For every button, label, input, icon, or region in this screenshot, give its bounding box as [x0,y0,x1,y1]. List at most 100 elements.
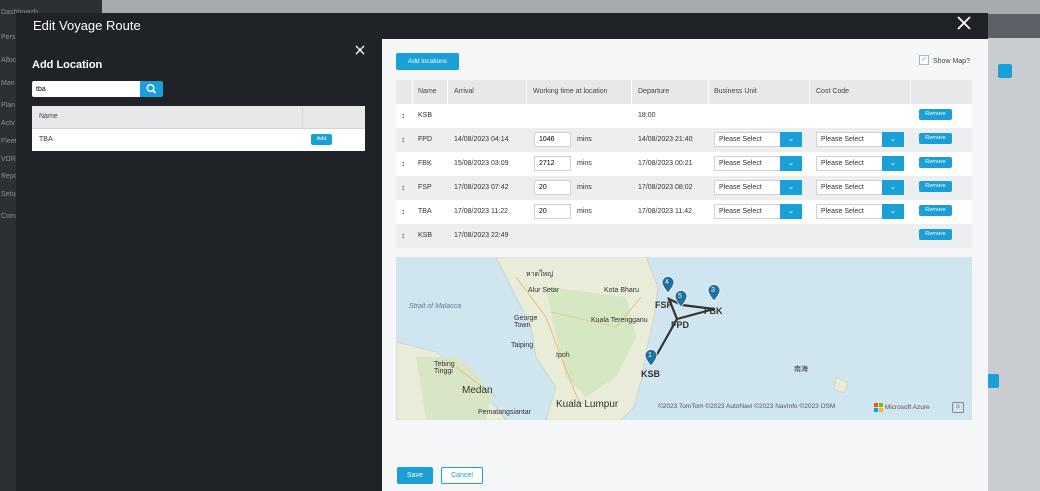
stop-departure: 14/08/2023 21:40 [638,136,693,143]
sidebar-item-alloc[interactable]: Alloc [1,57,16,64]
working-time-unit: mins [577,160,592,167]
business-unit-value: Please Select [719,160,762,167]
stop-name: FBK [418,160,432,167]
cost-code-select[interactable]: Please Select ⌄ [816,204,904,219]
marker-number: 5 [678,293,682,300]
table-header: Name [32,106,365,129]
column-divider [526,80,527,104]
business-unit-select[interactable]: Please Select ⌄ [714,156,802,171]
marker-label: FBK [704,306,723,316]
column-header-name: Name [418,88,437,95]
chevron-down-icon: ⌄ [780,180,802,195]
close-icon[interactable] [955,15,973,33]
background-menu-button[interactable] [998,64,1012,78]
remove-stop-button[interactable]: Remove [919,109,952,120]
business-unit-value: Please Select [719,208,762,215]
map-place-label: Kuala Lumpur [556,399,619,410]
show-map-toggle[interactable]: ✓ Show Map? [919,55,970,66]
cost-code-select[interactable]: Please Select ⌄ [816,156,904,171]
drag-handle-icon[interactable]: ↕ [401,135,405,144]
marker-label: KSB [641,369,661,379]
drag-handle-icon[interactable]: ↕ [401,207,405,216]
stop-arrival: 17/08/2023 11:22 [454,208,508,215]
add-location-title: Add Location [32,59,103,71]
drag-handle-icon[interactable]: ↕ [401,231,405,240]
add-location-button[interactable]: Add [311,134,332,145]
table-row: ↕ KSB 18:00 Remove [396,104,972,128]
sidebar-item-plan[interactable]: Plan [1,102,15,109]
business-unit-select[interactable]: Please Select ⌄ [714,132,802,147]
remove-stop-button[interactable]: Remove [919,181,952,192]
location-name: TBA [39,136,53,143]
location-search-input[interactable] [32,81,140,97]
marker-number: 4 [665,279,669,286]
column-divider [708,80,709,104]
info-icon[interactable]: ☺ [952,402,964,413]
sidebar-item-fleet[interactable]: Fleet [1,138,17,145]
map-marker-fbk[interactable]: 3 FBK [704,284,723,316]
sidebar-item-vdr[interactable]: VDR [1,156,16,163]
remove-stop-button[interactable]: Remove [919,229,952,240]
working-time-input[interactable] [534,132,571,147]
table-row: TBA Add [32,129,365,151]
map-marker-fsp[interactable]: 4 FSP [655,276,675,310]
business-unit-value: Please Select [719,136,762,143]
save-button[interactable]: Save [397,467,433,484]
route-table: Name Arrival Working time at location De… [396,80,972,248]
microsoft-logo-icon [874,403,883,412]
stop-departure: 18:00 [638,112,656,119]
stop-arrival: 17/08/2023 07:42 [454,184,509,191]
stop-name: KSB [418,112,433,119]
stop-name: FPD [418,136,432,143]
drag-handle-icon[interactable]: ↕ [401,183,405,192]
route-map[interactable]: หาดใหญ่ Alur Setar Kota Bharu Strait of … [396,257,972,420]
table-row: ↕ KSB 17/08/2023 22:49 Remove [396,224,972,248]
map-place-label: Strait of Malacca [409,303,462,310]
column-header-departure: Departure [638,88,670,95]
column-divider [910,80,911,104]
map-place-label: Pematangsiantar [478,409,531,416]
column-divider [412,80,413,104]
business-unit-select[interactable]: Please Select ⌄ [714,204,802,219]
app-background-panel [985,38,1040,491]
table-row: ↕ TBA 17/08/2023 11:22 mins 17/08/2023 1… [396,200,972,224]
remove-stop-button[interactable]: Remove [919,133,952,144]
stop-arrival: 15/08/2023 03:09 [454,160,509,167]
chevron-down-icon: ⌄ [882,132,904,147]
azure-label: Microsoft Azure [884,404,930,412]
cost-code-select[interactable]: Please Select ⌄ [816,132,904,147]
drag-handle-icon[interactable]: ↕ [401,159,405,168]
remove-stop-button[interactable]: Remove [919,205,952,216]
map-place-label: Kota Bharu [604,287,640,294]
column-header-name: Name [39,113,58,120]
cost-code-select[interactable]: Please Select ⌄ [816,180,904,195]
table-header: Name Arrival Working time at location De… [396,80,972,104]
map-marker-fpd[interactable]: 5 FPD [671,290,689,330]
sidebar-item-com[interactable]: Com [1,213,16,220]
close-icon[interactable] [355,42,365,59]
column-header-cost-code: Cost Code [816,88,850,95]
cancel-button[interactable]: Cancel [441,467,483,484]
marker-label: FPD [671,320,689,330]
map-place-label: Ipoh [556,352,570,359]
map-place-label: George Town [514,315,538,329]
business-unit-select[interactable]: Please Select ⌄ [714,180,802,195]
add-locations-button[interactable]: Add locations [396,53,459,70]
sidebar-item-man[interactable]: Man [1,80,15,87]
sidebar-item-pers[interactable]: Pers [1,34,15,41]
working-time-input[interactable] [534,204,571,219]
sidebar-item-actv[interactable]: Actv [1,120,15,127]
map-place-label: หาดใหญ่ [526,271,554,278]
working-time-input[interactable] [534,156,571,171]
drag-handle-icon[interactable]: ↕ [401,111,405,120]
working-time-input[interactable] [534,180,571,195]
map-marker-ksb[interactable]: 1 KSB [641,349,660,379]
stop-name: FSP [418,184,432,191]
search-button[interactable] [140,81,163,97]
show-map-checkbox[interactable]: ✓ [919,55,929,65]
remove-stop-button[interactable]: Remove [919,157,952,168]
marker-number: 1 [648,352,652,359]
map-place-label: Tebing Tinggi [434,361,455,375]
show-map-label: Show Map? [933,57,970,65]
stop-departure: 17/08/2023 08:02 [638,184,693,191]
